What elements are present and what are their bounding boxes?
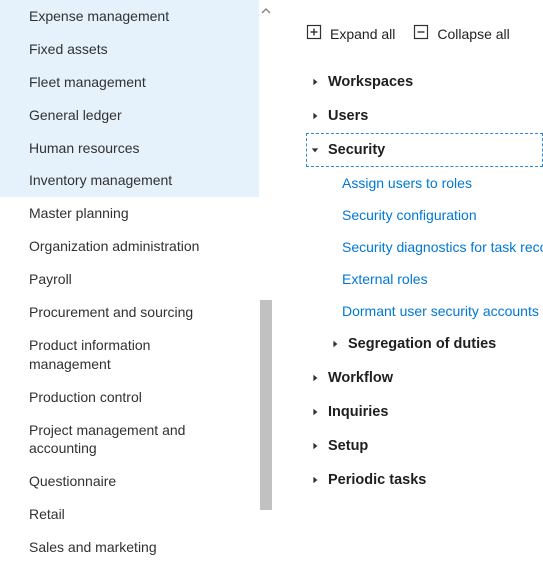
content-panel: Expand all Collapse all Workspaces Users S…: [272, 0, 543, 567]
tree-node[interactable]: Users: [306, 99, 543, 133]
navigation-tree: Workspaces Users Security Assign users to r…: [306, 65, 543, 497]
module-item[interactable]: Payroll: [0, 263, 259, 296]
module-item-label: Sales and marketing: [29, 539, 157, 555]
module-item-label: Procurement and sourcing: [29, 304, 193, 320]
module-item-label: General ledger: [29, 107, 122, 123]
tree-node[interactable]: Setup: [306, 429, 543, 463]
module-item-label: Project management and accounting: [29, 422, 185, 457]
module-item[interactable]: General ledger: [0, 99, 259, 132]
caret-right-icon: [330, 339, 340, 349]
tree-node-label: Workspaces: [328, 74, 413, 90]
tree-node[interactable]: Periodic tasks: [306, 463, 543, 497]
caret-down-icon: [310, 145, 320, 155]
module-item[interactable]: Master planning: [0, 197, 259, 230]
tree-link[interactable]: Security diagnostics for task recordings: [306, 231, 543, 263]
scrollbar-up-arrow[interactable]: [259, 2, 272, 20]
tree-node[interactable]: Inquiries: [306, 395, 543, 429]
module-item-label: Organization administration: [29, 238, 199, 254]
modules-list: Expense management Fixed assets Fleet mana…: [0, 0, 259, 567]
scrollbar-track[interactable]: [259, 0, 272, 567]
tree-node-label: Security: [328, 142, 385, 158]
module-item[interactable]: Human resources: [0, 132, 259, 165]
expand-all-button[interactable]: Expand all: [306, 24, 395, 43]
tree-node-label: Users: [328, 108, 368, 124]
module-item-label: Payroll: [29, 271, 72, 287]
collapse-all-button[interactable]: Collapse all: [413, 24, 509, 43]
module-item[interactable]: Organization administration: [0, 230, 259, 263]
module-item-label: Questionnaire: [29, 473, 116, 489]
tree-link[interactable]: Security configuration: [306, 199, 543, 231]
scrollbar-thumb[interactable]: [260, 300, 272, 510]
tree-node-label: Inquiries: [328, 404, 388, 420]
module-item[interactable]: Procurement and sourcing: [0, 296, 259, 329]
caret-right-icon: [310, 475, 320, 485]
module-item-label: Product information management: [29, 337, 150, 372]
tree-subnode[interactable]: Segregation of duties: [306, 327, 543, 361]
collapse-all-icon: [413, 24, 429, 43]
module-item[interactable]: Inventory management: [0, 164, 259, 197]
module-item-label: Inventory management: [29, 172, 172, 188]
module-item-label: Retail: [29, 506, 65, 522]
tree-node-label: Workflow: [328, 370, 393, 386]
module-item[interactable]: Project management and accounting: [0, 414, 259, 466]
tree-node-label: Setup: [328, 438, 368, 454]
tree-node[interactable]: Security: [306, 133, 543, 167]
module-item[interactable]: Expense management: [0, 0, 259, 33]
tree-node[interactable]: Workflow: [306, 361, 543, 395]
tree-link[interactable]: External roles: [306, 263, 543, 295]
module-item[interactable]: Production control: [0, 381, 259, 414]
tree-link[interactable]: Dormant user security accounts: [306, 295, 543, 327]
actions-bar: Expand all Collapse all: [306, 0, 543, 65]
module-item[interactable]: Product information management: [0, 329, 259, 381]
caret-right-icon: [310, 373, 320, 383]
module-item-label: Expense management: [29, 8, 169, 24]
tree-node[interactable]: Workspaces: [306, 65, 543, 99]
collapse-all-label: Collapse all: [437, 26, 509, 42]
module-item[interactable]: Fleet management: [0, 66, 259, 99]
tree-subnode-label: Segregation of duties: [348, 336, 496, 352]
caret-right-icon: [310, 441, 320, 451]
module-item[interactable]: Retail: [0, 498, 259, 531]
caret-right-icon: [310, 407, 320, 417]
module-item-label: Fleet management: [29, 74, 146, 90]
module-item-label: Master planning: [29, 205, 129, 221]
module-item-label: Production control: [29, 389, 142, 405]
expand-all-icon: [306, 24, 322, 43]
module-item[interactable]: Fixed assets: [0, 33, 259, 66]
module-item-label: Human resources: [29, 140, 140, 156]
module-item[interactable]: Sales and marketing: [0, 531, 259, 564]
caret-right-icon: [310, 77, 320, 87]
expand-all-label: Expand all: [330, 26, 395, 42]
module-item[interactable]: Questionnaire: [0, 465, 259, 498]
tree-node-label: Periodic tasks: [328, 472, 426, 488]
module-item-label: Fixed assets: [29, 41, 108, 57]
caret-right-icon: [310, 111, 320, 121]
modules-sidebar: Expense management Fixed assets Fleet mana…: [0, 0, 272, 567]
tree-link[interactable]: Assign users to roles: [306, 167, 543, 199]
